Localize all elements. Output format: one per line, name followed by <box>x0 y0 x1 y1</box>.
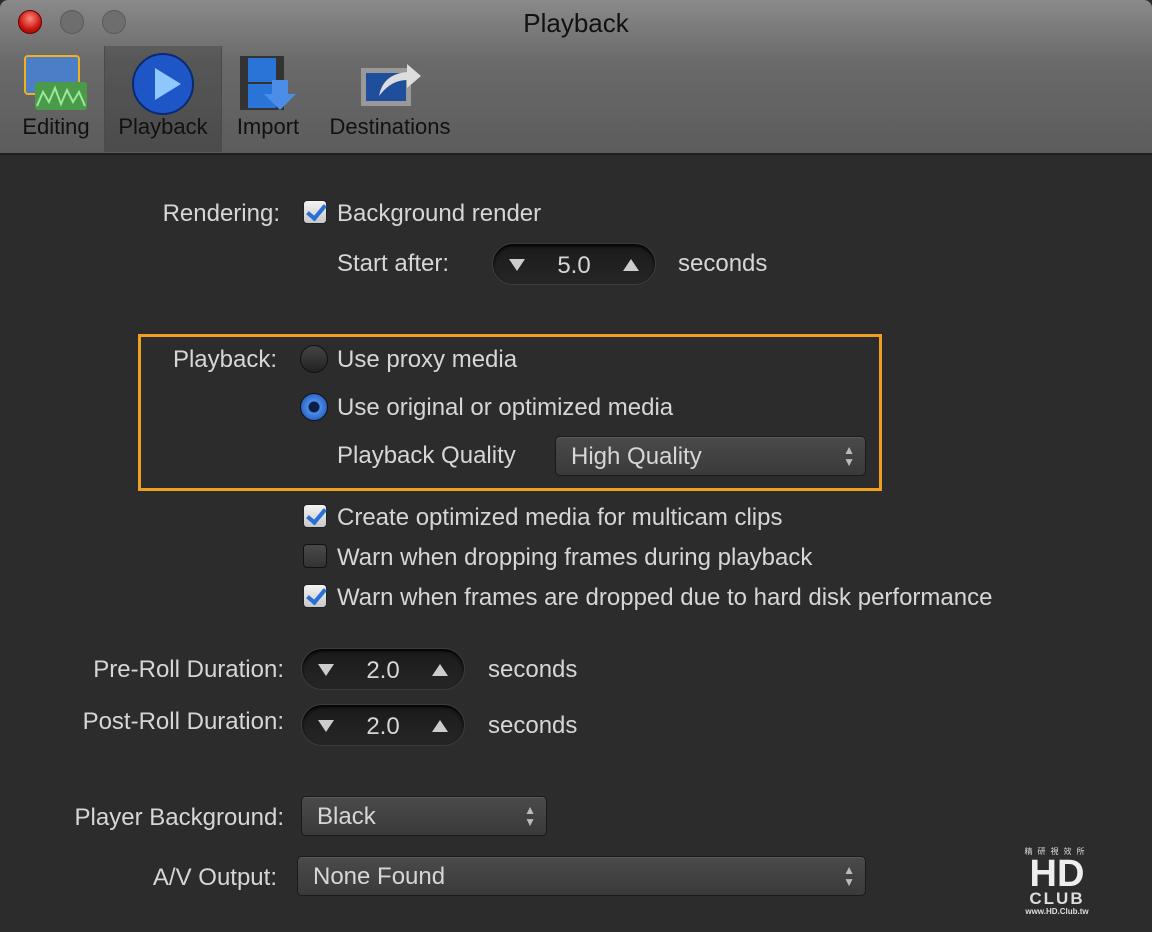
av-output-label: A/V Output: <box>152 864 277 891</box>
tab-label: Import <box>236 114 300 139</box>
tab-editing[interactable]: Editing <box>10 46 102 152</box>
increment-icon[interactable] <box>432 720 448 732</box>
updown-arrows-icon: ▲ ▼ <box>843 443 855 469</box>
preroll-stepper[interactable]: 2.0 <box>301 648 465 690</box>
tab-import[interactable]: Import <box>226 46 310 152</box>
logo-main: HD <box>1029 853 1085 895</box>
background-render-label: Background render <box>337 200 542 227</box>
rendering-label: Rendering: <box>162 200 280 227</box>
tab-playback[interactable]: Playback <box>104 46 222 152</box>
playback-label: Playback: <box>172 346 277 373</box>
tab-label: Playback <box>118 114 208 139</box>
tab-label: Editing <box>22 114 90 139</box>
editing-icon <box>24 55 87 110</box>
updown-arrows-icon: ▲ ▼ <box>524 803 536 829</box>
play-icon <box>132 53 194 115</box>
start-after-unit: seconds <box>678 250 768 277</box>
increment-icon[interactable] <box>623 259 639 271</box>
optimized-multicam-checkbox[interactable] <box>303 504 327 528</box>
playback-quality-select[interactable]: High Quality ▲ ▼ <box>555 436 866 476</box>
original-media-label: Use original or optimized media <box>337 394 674 421</box>
tab-label: Destinations <box>329 114 451 139</box>
av-output-select[interactable]: None Found ▲ ▼ <box>297 856 866 896</box>
select-value: High Quality <box>571 443 702 470</box>
player-background-label: Player Background: <box>74 804 284 831</box>
player-background-select[interactable]: Black ▲ ▼ <box>301 796 547 836</box>
preroll-unit: seconds <box>488 656 578 683</box>
background-render-checkbox[interactable] <box>303 200 327 224</box>
select-value: None Found <box>313 863 446 890</box>
increment-icon[interactable] <box>432 664 448 676</box>
logo-sub: CLUB <box>1029 889 1085 908</box>
postroll-stepper[interactable]: 2.0 <box>301 704 465 746</box>
original-media-radio[interactable] <box>300 393 328 421</box>
postroll-unit: seconds <box>488 712 578 739</box>
share-icon <box>361 64 421 106</box>
preroll-label: Pre-Roll Duration: <box>93 656 284 683</box>
watermark-logo: 精研視效所 HD CLUB www.HD.Club.tw <box>1012 846 1102 916</box>
updown-arrows-icon: ▲ ▼ <box>843 863 855 889</box>
proxy-media-label: Use proxy media <box>337 346 518 373</box>
postroll-label: Post-Roll Duration: <box>82 708 284 735</box>
warn-dropping-frames-checkbox[interactable] <box>303 544 327 568</box>
warn-disk-performance-checkbox[interactable] <box>303 584 327 608</box>
window-title: Playback <box>523 8 629 38</box>
option-label: Create optimized media for multicam clip… <box>337 504 783 531</box>
option-label: Warn when frames are dropped due to hard… <box>337 584 993 611</box>
tab-destinations[interactable]: Destinations <box>318 46 462 152</box>
playback-quality-label: Playback Quality <box>337 442 516 469</box>
option-label: Warn when dropping frames during playbac… <box>337 544 813 571</box>
logo-url: www.HD.Club.tw <box>1025 907 1089 916</box>
start-after-label: Start after: <box>337 250 450 277</box>
select-value: Black <box>317 803 376 830</box>
start-after-stepper[interactable]: 5.0 <box>492 243 656 285</box>
proxy-media-radio[interactable] <box>300 345 328 373</box>
window-titlebar: Playback Editing Playback Import Destina… <box>0 0 1152 155</box>
import-icon <box>240 56 296 110</box>
